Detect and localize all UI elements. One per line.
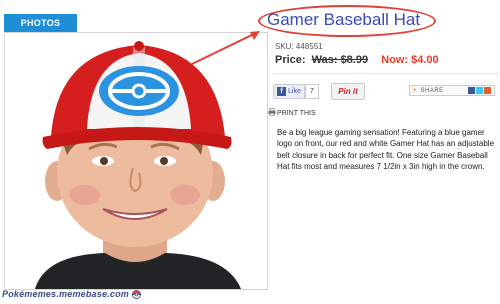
product-description: Be a big league gaming sensation! Featur… [277, 128, 495, 171]
twitter-icon [476, 87, 483, 94]
pokeball-icon [131, 290, 141, 300]
product-photo [4, 32, 268, 290]
facebook-icon: f [277, 86, 286, 96]
share-icon: + [413, 88, 417, 94]
price-label: Price: [275, 54, 306, 66]
printer-icon [268, 108, 276, 116]
facebook-like-button[interactable]: f Like [273, 84, 305, 99]
product-sku: SKU: 448551 [275, 42, 323, 51]
divider [273, 73, 499, 74]
like-count: 7 [305, 84, 319, 99]
share-button[interactable]: + SHARE [409, 85, 495, 96]
annotation-arrow [191, 31, 260, 65]
pin-label: Pin it [338, 87, 358, 96]
like-label: Like [288, 88, 301, 95]
email-icon [484, 87, 491, 94]
watermark: Pokémemes.memebase.com [2, 289, 141, 300]
tab-photos[interactable]: PHOTOS [4, 14, 77, 32]
product-title: Gamer Baseball Hat [267, 10, 421, 29]
share-label: SHARE [420, 88, 444, 94]
product-image [35, 41, 241, 289]
share-services [467, 87, 491, 99]
price-row: Price: Was: $8.99 Now: $4.00 [275, 54, 439, 66]
now-price: Now: $4.00 [381, 54, 439, 66]
facebook-icon [468, 87, 475, 94]
was-price: Was: $8.99 [311, 54, 369, 66]
pinterest-button[interactable]: Pin it [331, 83, 365, 100]
watermark-text: Pokémemes.memebase.com [2, 289, 129, 299]
print-link[interactable]: PRINT THIS [277, 110, 316, 117]
